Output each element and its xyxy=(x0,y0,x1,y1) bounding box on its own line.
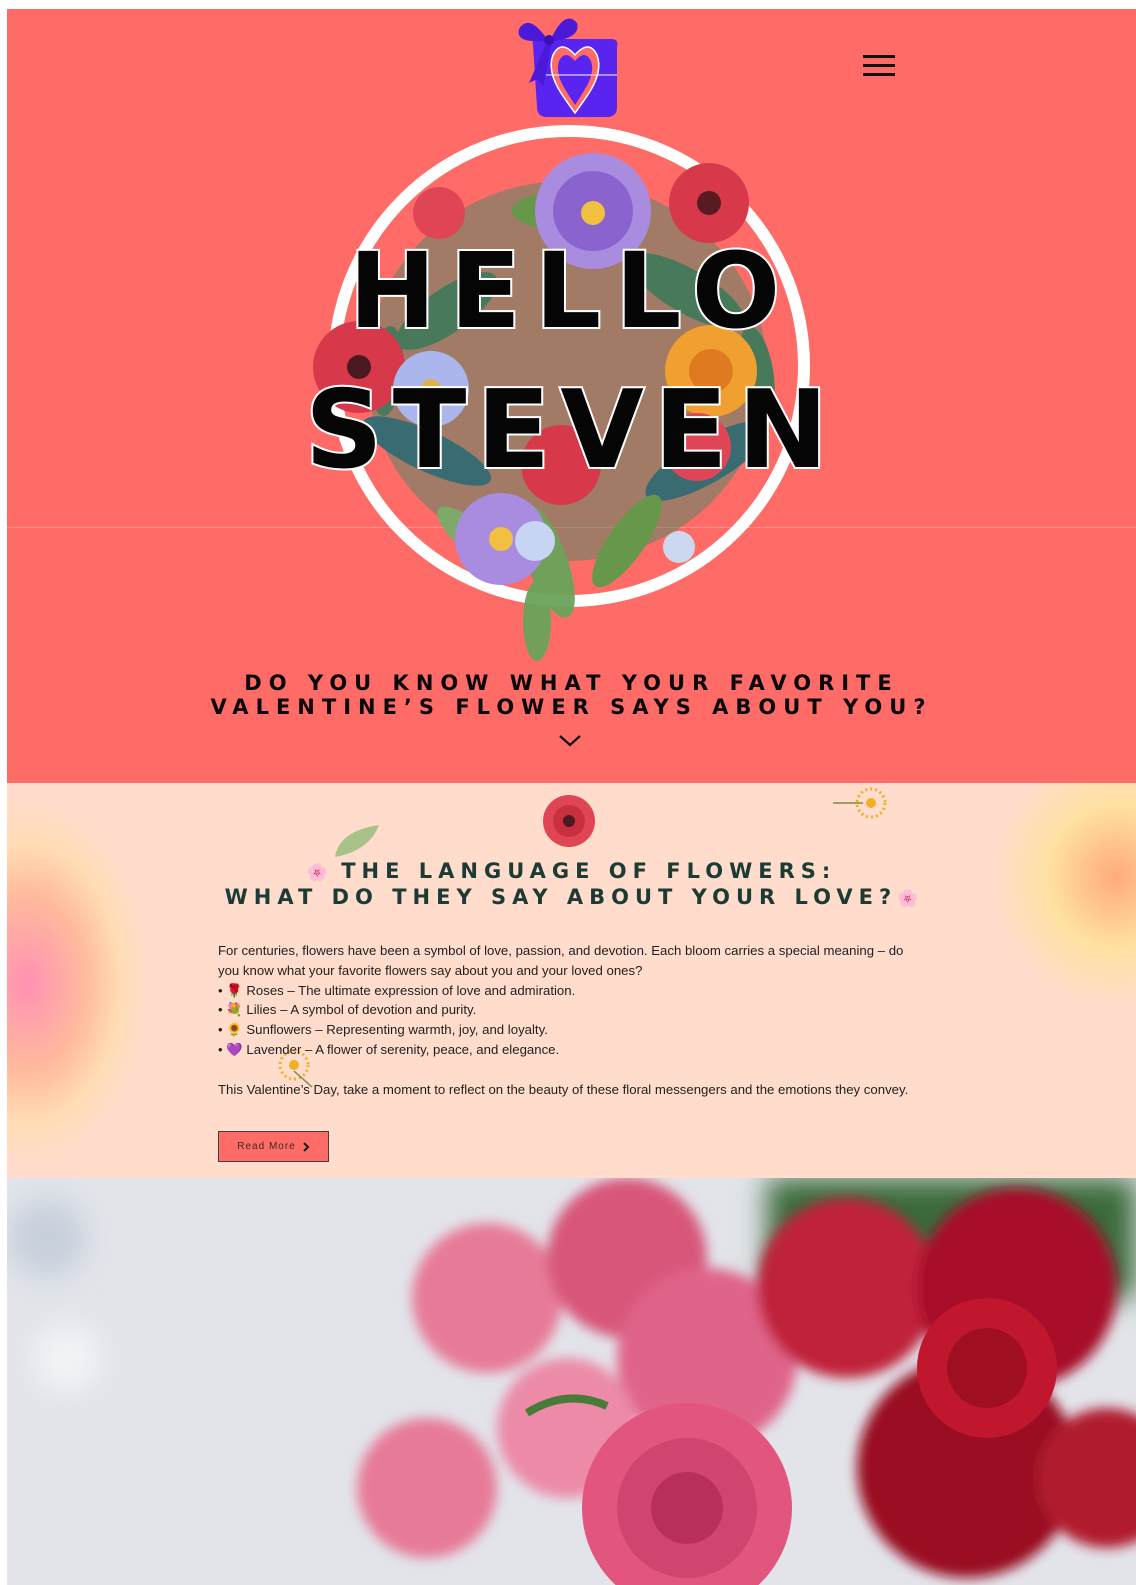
gift-heart-logo[interactable] xyxy=(507,9,623,123)
read-more-label: Read More xyxy=(237,1141,296,1152)
dandelion-decoration-icon xyxy=(833,787,887,819)
hero-question: DO YOU KNOW WHAT YOUR FAVORITE VALENTINE… xyxy=(7,671,1136,719)
read-more-button[interactable]: Read More xyxy=(218,1131,329,1162)
chevron-right-icon xyxy=(303,1141,310,1152)
list-item: • 💐 Lilies – A symbol of devotion and pu… xyxy=(218,1002,477,1018)
question-line-1: DO YOU KNOW WHAT YOUR FAVORITE xyxy=(244,671,899,695)
greeting-heading: HELLO STEVEN xyxy=(7,237,1136,493)
greeting-line-1: HELLO xyxy=(347,230,795,352)
title-line-2: WHAT DO THEY SAY ABOUT YOUR LOVE? xyxy=(224,885,898,909)
roses-photo xyxy=(7,1178,1136,1585)
intro-paragraph: For centuries, flowers have been a symbo… xyxy=(218,943,904,978)
greeting-line-2: STEVEN xyxy=(303,368,838,493)
flower-emoji-icon: 🌸 xyxy=(897,889,919,909)
language-body: For centuries, flowers have been a symbo… xyxy=(218,941,928,1099)
list-item: • 🌻 Sunflowers – Representing warmth, jo… xyxy=(218,1022,548,1038)
closing-paragraph: This Valentine’s Day, take a moment to r… xyxy=(218,1081,909,1097)
watercolor-wash-left xyxy=(7,803,147,1163)
flower-emoji-icon: 🌸 xyxy=(306,863,328,883)
page: HELLO STEVEN DO YOU KNOW WHAT YOUR FAVOR… xyxy=(7,9,1136,1585)
hamburger-menu-icon[interactable] xyxy=(859,51,899,81)
list-item: • 🌹 Roses – The ultimate expression of l… xyxy=(218,982,576,998)
roses-image xyxy=(7,1178,1136,1585)
language-of-flowers-section: 🌸 THE LANGUAGE OF FLOWERS: WHAT DO THEY … xyxy=(7,783,1136,1185)
poppy-decoration-icon xyxy=(543,795,595,847)
chevron-down-icon[interactable] xyxy=(557,731,583,749)
title-line-1: THE LANGUAGE OF FLOWERS: xyxy=(341,859,837,883)
hero-section: HELLO STEVEN DO YOU KNOW WHAT YOUR FAVOR… xyxy=(7,9,1136,783)
language-title: 🌸 THE LANGUAGE OF FLOWERS: WHAT DO THEY … xyxy=(7,859,1136,911)
list-item: • 💜 Lavender – A flower of serenity, pea… xyxy=(218,1041,560,1057)
question-line-2: VALENTINE’S FLOWER SAYS ABOUT YOU? xyxy=(210,695,933,719)
leaf-decoration-icon xyxy=(335,825,379,857)
